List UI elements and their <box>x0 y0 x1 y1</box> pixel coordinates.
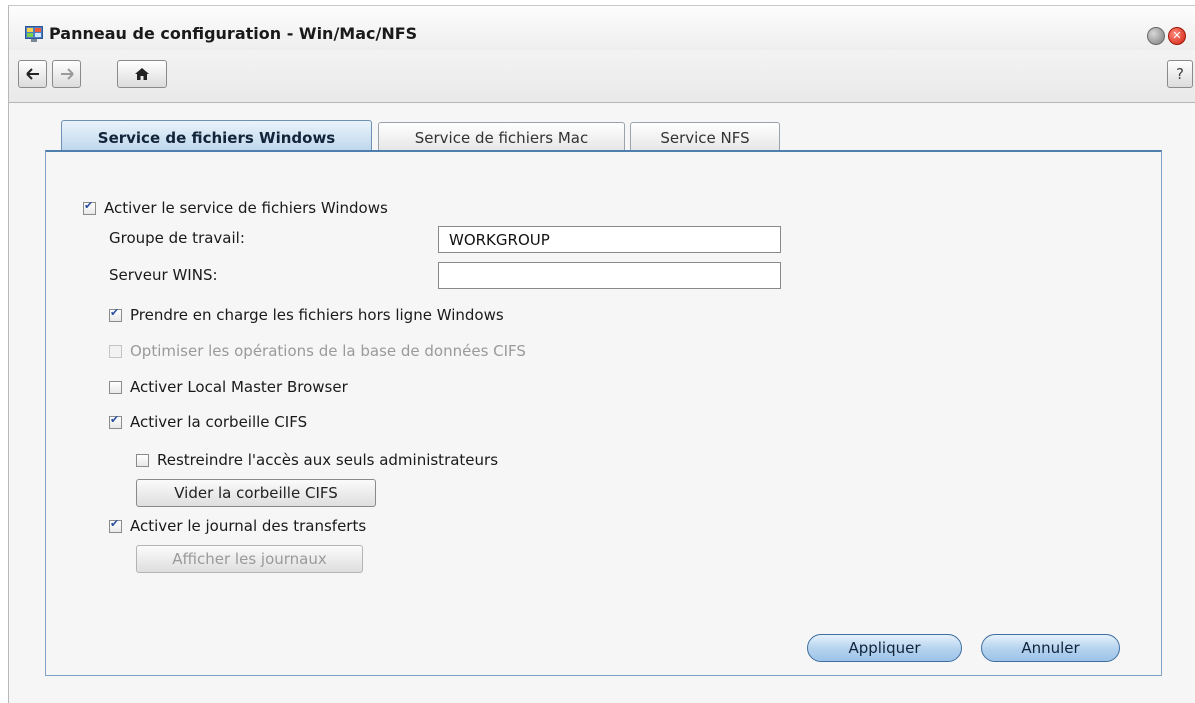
tab-nfs[interactable]: Service NFS <box>630 122 780 153</box>
title-bar: Panneau de configuration - Win/Mac/NFS ✕ <box>9 6 1195 50</box>
workgroup-input[interactable] <box>438 226 781 253</box>
local-master-row[interactable]: Activer Local Master Browser <box>109 378 348 396</box>
enable-windows-checkbox[interactable] <box>83 199 96 215</box>
forward-button[interactable] <box>52 60 81 88</box>
transfer-log-row[interactable]: Activer le journal des transferts <box>109 517 366 535</box>
recycle-bin-label: Activer la corbeille CIFS <box>130 413 308 431</box>
enable-windows-row[interactable]: Activer le service de fichiers Windows <box>83 199 388 217</box>
recycle-bin-row[interactable]: Activer la corbeille CIFS <box>109 413 307 431</box>
restrict-admins-row[interactable]: Restreindre l'accès aux seuls administra… <box>136 451 498 469</box>
home-button[interactable] <box>117 60 167 88</box>
transfer-log-label: Activer le journal des transferts <box>130 517 367 535</box>
optimize-cifs-row[interactable]: Optimiser les opérations de la base de d… <box>109 342 526 360</box>
help-button[interactable]: ? <box>1167 60 1193 88</box>
arrow-left-icon <box>25 68 39 80</box>
offline-files-label: Prendre en charge les fichiers hors lign… <box>130 306 504 324</box>
home-icon <box>135 68 149 80</box>
window-title: Panneau de configuration - Win/Mac/NFS <box>49 24 418 43</box>
local-master-label: Activer Local Master Browser <box>130 378 348 396</box>
empty-recycle-button[interactable]: Vider la corbeille CIFS <box>136 479 376 507</box>
offline-files-row[interactable]: Prendre en charge les fichiers hors lign… <box>109 306 504 324</box>
enable-windows-label: Activer le service de fichiers Windows <box>104 199 388 217</box>
show-logs-button[interactable]: Afficher les journaux <box>136 545 363 573</box>
restrict-admins-label: Restreindre l'accès aux seuls administra… <box>157 451 499 469</box>
workgroup-label: Groupe de travail: <box>109 229 245 247</box>
back-button[interactable] <box>18 60 47 88</box>
arrow-right-icon <box>60 68 74 80</box>
close-icon[interactable]: ✕ <box>1168 27 1186 45</box>
wins-label: Serveur WINS: <box>109 266 218 284</box>
local-master-checkbox[interactable] <box>109 380 122 394</box>
recycle-bin-checkbox[interactable] <box>109 413 122 429</box>
optimize-cifs-label: Optimiser les opérations de la base de d… <box>130 342 526 360</box>
tab-mac[interactable]: Service de fichiers Mac <box>378 122 625 153</box>
restrict-admins-checkbox[interactable] <box>136 453 149 467</box>
wins-input[interactable] <box>438 262 781 289</box>
optimize-cifs-checkbox[interactable] <box>109 344 122 358</box>
cancel-button[interactable]: Annuler <box>981 634 1120 662</box>
toolbar: ? <box>9 50 1195 103</box>
offline-files-checkbox[interactable] <box>109 306 122 322</box>
minimize-icon[interactable] <box>1147 27 1165 45</box>
apply-button[interactable]: Appliquer <box>807 634 962 662</box>
control-panel-icon <box>25 26 43 42</box>
transfer-log-checkbox[interactable] <box>109 517 122 533</box>
